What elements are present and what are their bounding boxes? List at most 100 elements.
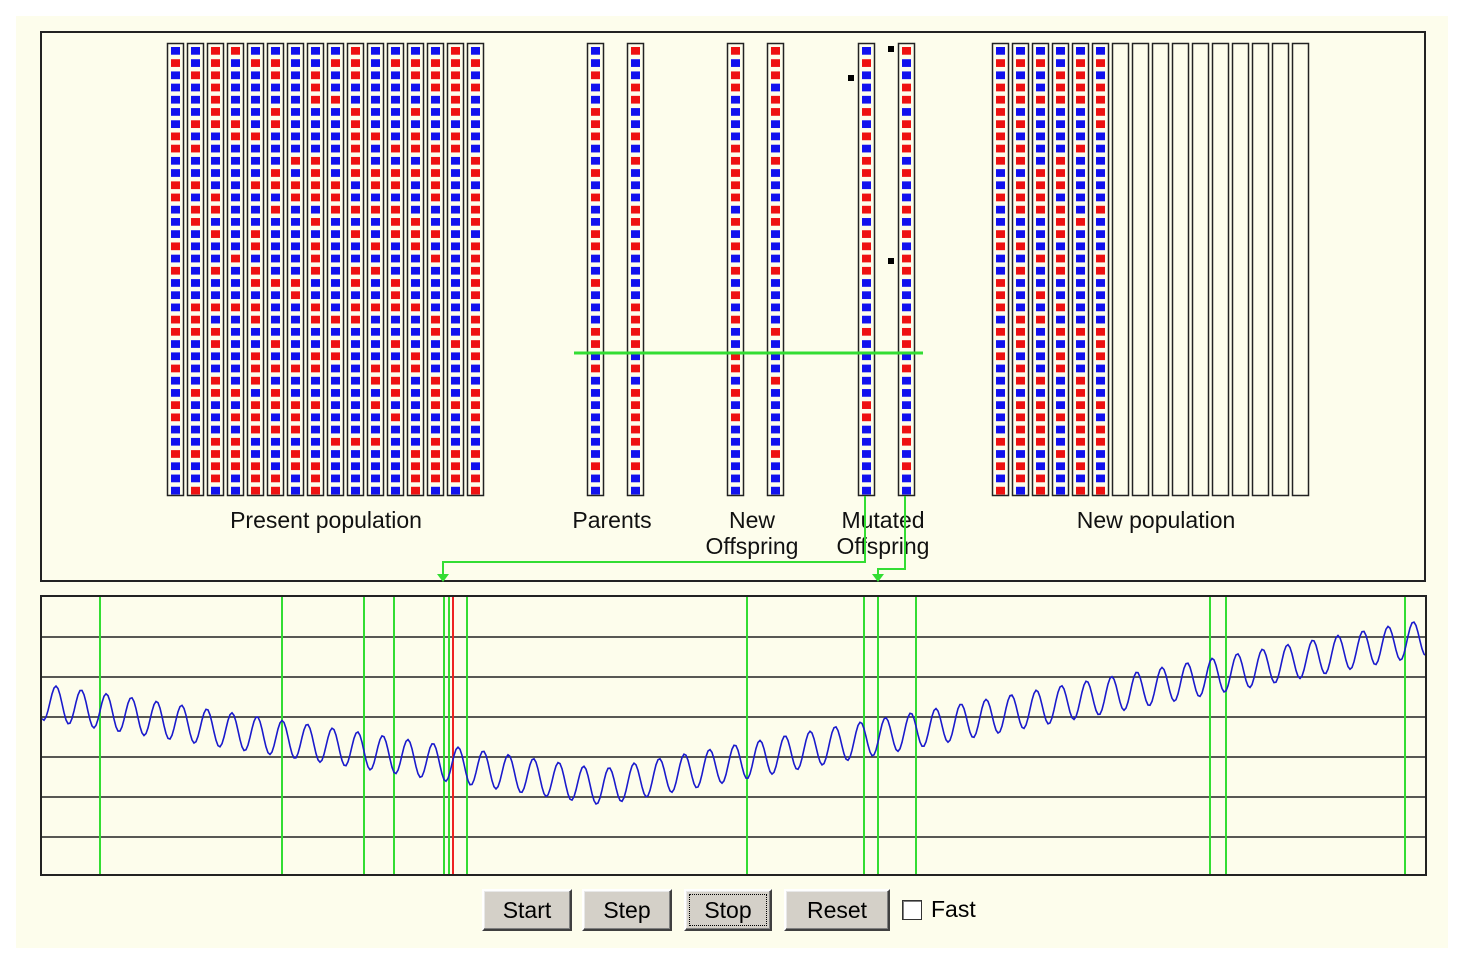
gene <box>371 425 380 434</box>
gene <box>902 437 911 446</box>
gene <box>1036 83 1045 92</box>
gene <box>631 401 640 409</box>
gene <box>902 181 911 190</box>
gene <box>411 144 420 153</box>
gene <box>391 181 400 190</box>
gene <box>431 413 440 422</box>
gene <box>331 425 340 434</box>
gene <box>271 401 280 409</box>
gene <box>291 181 300 190</box>
gene <box>902 254 911 263</box>
present-chromosome <box>466 42 485 497</box>
gene <box>771 95 780 104</box>
gene <box>291 83 300 92</box>
gene <box>631 291 640 300</box>
gene <box>731 193 740 202</box>
gene <box>391 83 400 92</box>
gene <box>996 242 1005 251</box>
reset-button[interactable]: Reset <box>784 889 890 931</box>
gene <box>471 462 480 471</box>
fitness-curve <box>42 621 1425 806</box>
gene <box>171 340 180 348</box>
gene <box>271 120 280 129</box>
start-button[interactable]: Start <box>482 889 572 931</box>
gene <box>1096 450 1105 458</box>
gene <box>451 462 460 471</box>
gene <box>351 450 360 458</box>
gene <box>451 218 460 226</box>
gene <box>591 291 600 300</box>
gene <box>231 83 240 92</box>
gene <box>1076 376 1085 385</box>
gene <box>1096 242 1105 251</box>
gene <box>331 291 340 300</box>
gene <box>351 279 360 287</box>
gene <box>211 327 220 336</box>
mutated-chromosome <box>857 42 876 497</box>
gene <box>471 340 480 348</box>
gene <box>271 437 280 446</box>
gene <box>291 279 300 287</box>
gene <box>251 315 260 324</box>
gene <box>1056 389 1065 397</box>
gene <box>451 450 460 458</box>
gene <box>291 474 300 483</box>
gene <box>591 327 600 336</box>
offspring-chromosome <box>766 42 785 497</box>
fitness-curve-canvas <box>42 597 1425 874</box>
gene <box>902 315 911 324</box>
gene <box>631 132 640 141</box>
gene <box>902 132 911 141</box>
gene <box>391 462 400 471</box>
gene <box>771 327 780 336</box>
gene <box>291 389 300 397</box>
gene <box>862 254 871 263</box>
gene <box>591 71 600 80</box>
gene <box>1036 486 1045 495</box>
gene <box>251 352 260 361</box>
gene <box>771 181 780 190</box>
gene <box>731 437 740 446</box>
gene <box>902 340 911 348</box>
gene <box>231 462 240 471</box>
gene <box>1016 401 1025 409</box>
gene <box>311 254 320 263</box>
gene <box>391 450 400 458</box>
chromosome-canvas <box>166 42 1310 497</box>
gene <box>902 266 911 275</box>
gene <box>391 108 400 116</box>
gene <box>1076 437 1085 446</box>
gene <box>251 193 260 202</box>
gene <box>231 315 240 324</box>
gene <box>771 413 780 422</box>
gene <box>431 71 440 80</box>
step-button[interactable]: Step <box>582 889 672 931</box>
gene <box>331 218 340 226</box>
gene <box>391 315 400 324</box>
gene <box>411 218 420 226</box>
gene <box>351 230 360 238</box>
gene <box>771 169 780 177</box>
gene <box>731 340 740 348</box>
gene <box>271 108 280 116</box>
gene <box>331 59 340 67</box>
gene <box>311 47 320 55</box>
gene <box>411 401 420 409</box>
gene <box>1076 486 1085 495</box>
gene <box>231 205 240 214</box>
fast-checkbox[interactable] <box>902 900 922 920</box>
gene <box>631 242 640 251</box>
gene <box>331 156 340 165</box>
stop-button[interactable]: Stop <box>684 889 772 931</box>
gene <box>271 47 280 55</box>
gene <box>171 376 180 385</box>
gene <box>371 486 380 495</box>
gene <box>996 340 1005 348</box>
gene <box>371 230 380 238</box>
gene <box>251 95 260 104</box>
gene <box>591 156 600 165</box>
gene <box>231 95 240 104</box>
gene <box>451 59 460 67</box>
gene <box>471 59 480 67</box>
gene <box>311 437 320 446</box>
